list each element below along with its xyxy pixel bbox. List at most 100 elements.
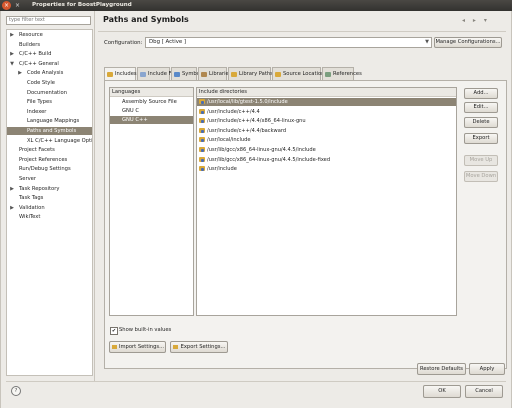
export-settings-button[interactable]: Export Settings...	[170, 341, 228, 353]
export-icon	[173, 345, 178, 349]
include-directories-column-header[interactable]: Include directories	[197, 88, 456, 97]
tree-item-label: WikiText	[19, 214, 41, 221]
include-directory-item[interactable]: /usr/lib/gcc/x86_64-linux-gnu/4.4.5/incl…	[197, 146, 456, 154]
include-directory-item[interactable]: /usr/include/c++/4.4/backward	[197, 127, 456, 135]
language-item[interactable]: Assembly Source File	[110, 98, 193, 106]
tab-libraries[interactable]: Libraries	[198, 67, 231, 80]
tab-icon	[201, 72, 207, 77]
help-icon[interactable]: ?	[11, 386, 21, 396]
tree-item[interactable]: Documentation	[7, 89, 92, 97]
include-directory-path: /usr/lib/gcc/x86_64-linux-gnu/4.4.5/incl…	[207, 156, 331, 163]
filter-input[interactable]	[6, 16, 91, 25]
show-builtin-label: Show built-in values	[119, 327, 172, 333]
tab-include-files[interactable]: Include Files	[137, 67, 180, 80]
tree-item[interactable]: Project References	[7, 156, 92, 164]
tree-item[interactable]: ▼ C/C++ General	[7, 60, 92, 68]
tree-item[interactable]: ▶ Code Analysis	[7, 69, 92, 77]
tree-item-label: C/C++ General	[19, 60, 59, 67]
tab-icon	[325, 72, 331, 77]
import-settings-button[interactable]: Import Settings...	[109, 341, 166, 353]
edit-button[interactable]: Edit...	[464, 102, 498, 113]
configuration-label: Configuration:	[104, 40, 143, 46]
restore-defaults-button[interactable]: Restore Defaults	[417, 363, 466, 375]
tree-item[interactable]: XL C/C++ Language Opti	[7, 137, 92, 145]
tab-icon	[107, 72, 113, 77]
include-directory-item[interactable]: /usr/local/include	[197, 136, 456, 144]
tree-item[interactable]: Language Mappings	[7, 117, 92, 125]
expand-right-icon[interactable]: ▶	[9, 185, 15, 193]
language-item[interactable]: GNU C++	[110, 116, 193, 124]
tree-item[interactable]: Server	[7, 175, 92, 183]
tree-item[interactable]: Indexer	[7, 108, 92, 116]
add-button[interactable]: Add...	[464, 88, 498, 99]
tree-item[interactable]: Paths and Symbols	[7, 127, 92, 135]
tree-item[interactable]: ▶ C/C++ Build	[7, 50, 92, 58]
tree-item-label: Language Mappings	[27, 118, 80, 125]
tree-item[interactable]: Task Tags	[7, 194, 92, 202]
manage-configurations-button[interactable]: Manage Configurations...	[434, 37, 502, 48]
close-window-icon[interactable]: ×	[2, 1, 11, 10]
include-directory-item[interactable]: /usr/include/c++/4.4	[197, 108, 456, 116]
tree-item[interactable]: Builders	[7, 41, 92, 49]
cancel-button[interactable]: Cancel	[465, 385, 503, 398]
tree-item[interactable]: WikiText	[7, 213, 92, 221]
tab-label: Library Paths	[239, 71, 273, 77]
tree-item[interactable]: ▶ Task Repository	[7, 185, 92, 193]
tab-label: Source Location	[283, 71, 325, 77]
expand-right-icon[interactable]: ▶	[9, 31, 15, 39]
tree-item-label: Builders	[19, 41, 41, 48]
delete-button[interactable]: Delete	[464, 117, 498, 128]
include-folder-icon	[199, 147, 205, 152]
include-folder-icon	[199, 118, 205, 124]
tree-item-label: Indexer	[27, 108, 47, 115]
tab-references[interactable]: References	[322, 67, 362, 80]
history-nav-icon[interactable]: ◂ ▸ ▾	[462, 17, 490, 24]
include-directories-list: Include directories /usr/local/lib/gtest…	[196, 87, 457, 316]
tree-item-label: Server	[19, 176, 37, 182]
tree-item[interactable]: ▶ Resource	[7, 31, 92, 39]
include-directory-item[interactable]: /usr/lib/gcc/x86_64-linux-gnu/4.4.5/incl…	[197, 156, 456, 164]
tab-library-paths[interactable]: Library Paths	[228, 67, 273, 80]
tab-includes[interactable]: Includes	[104, 67, 137, 81]
window-title: Properties for BoostPlayground	[32, 2, 132, 8]
tree-item[interactable]: File Types	[7, 98, 92, 106]
language-item[interactable]: GNU C	[110, 107, 193, 115]
apply-button[interactable]: Apply	[469, 363, 505, 375]
tab-source-location[interactable]: Source Location	[272, 67, 325, 80]
export-button[interactable]: Export	[464, 133, 498, 144]
include-directory-item[interactable]: /usr/local/lib/gtest-1.5.0/include	[197, 98, 456, 106]
tree-item[interactable]: ▶ Validation	[7, 204, 92, 212]
move-down-button[interactable]: Move Down	[464, 171, 498, 182]
tree-item-label: Task Repository	[19, 185, 60, 192]
footer-divider	[6, 381, 506, 382]
include-directory-path: /usr/include/c++/4.4	[207, 108, 260, 115]
include-directory-item[interactable]: /usr/include/c++/4.4/x86_64-linux-gnu	[197, 117, 456, 125]
ok-button[interactable]: OK	[423, 385, 461, 398]
include-directory-path: /usr/include	[207, 166, 237, 173]
expand-down-icon[interactable]: ▼	[9, 60, 15, 68]
tree-item[interactable]: Project Facets	[7, 146, 92, 154]
tree-item-label: Code Analysis	[27, 70, 64, 77]
tree-item-label: Documentation	[27, 89, 67, 96]
tree-item-label: Validation	[19, 204, 45, 211]
tree-item-label: Run/Debug Settings	[19, 166, 71, 173]
include-directory-path: /usr/lib/gcc/x86_64-linux-gnu/4.4.5/incl…	[207, 147, 316, 153]
tree-item[interactable]: Code Style	[7, 79, 92, 87]
expand-right-icon[interactable]: ▶	[17, 69, 23, 77]
expand-right-icon[interactable]: ▶	[9, 204, 15, 212]
move-up-button[interactable]: Move Up	[464, 155, 498, 166]
configuration-value: Dbg [ Active ]	[149, 39, 187, 45]
show-builtin-checkbox[interactable]: ✔	[110, 327, 118, 335]
languages-column-header[interactable]: Languages	[110, 88, 193, 97]
import-icon	[112, 345, 117, 349]
tree-item[interactable]: Run/Debug Settings	[7, 165, 92, 173]
configuration-select[interactable]: Dbg [ Active ] ▼	[145, 37, 432, 48]
window-titlebar: × × Properties for BoostPlayground	[0, 0, 512, 11]
tab-symbols[interactable]: Symbols	[171, 67, 204, 80]
expand-right-icon[interactable]: ▶	[9, 50, 15, 58]
panel-splitter[interactable]	[94, 11, 95, 381]
languages-list: Languages Assembly Source File GNU C GNU C…	[109, 87, 194, 316]
include-directory-item[interactable]: /usr/include	[197, 165, 456, 173]
minimize-window-icon[interactable]: ×	[13, 1, 22, 10]
include-folder-icon	[199, 108, 205, 114]
